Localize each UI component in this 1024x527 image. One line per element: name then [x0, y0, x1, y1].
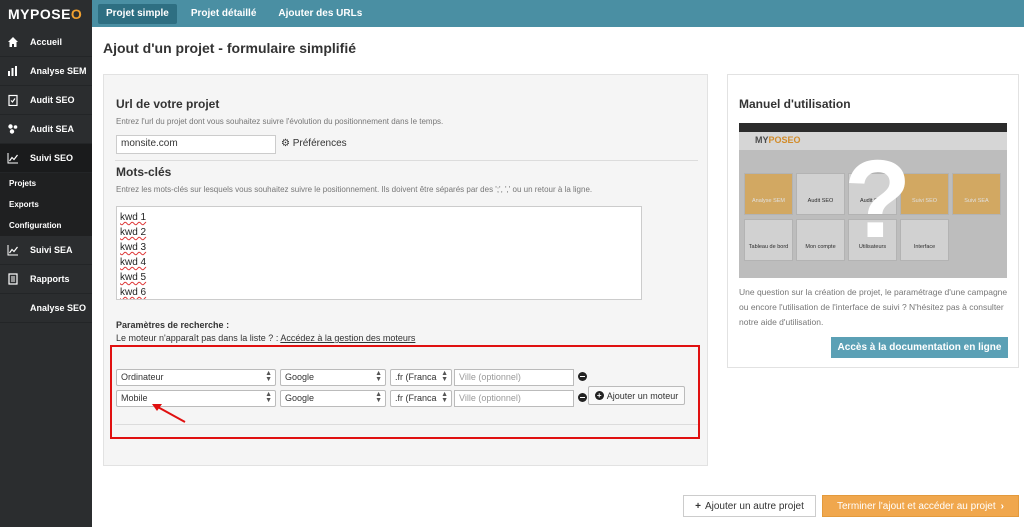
select-arrows-icon: ▲ ▼ — [265, 391, 272, 404]
sidebar-subitem-configuration[interactable]: Configuration — [0, 215, 92, 236]
select-arrows-icon: ▲ ▼ — [441, 370, 448, 383]
sidebar-subitem-projets[interactable]: Projets — [0, 173, 92, 194]
sidebar-item-label: Audit SEO — [30, 95, 75, 105]
keywords-help-text: Entrez les mots-clés sur lesquels vous s… — [116, 185, 593, 194]
preferences-label: Préférences — [292, 138, 347, 149]
line-chart-icon — [6, 243, 20, 257]
sidebar-item-audit-sea[interactable]: Audit SEA — [0, 115, 92, 144]
manual-panel: Manuel d'utilisation MYPOSEO Analyse SEM… — [727, 74, 1019, 368]
sidebar-item-label: Suivi SEO — [30, 153, 74, 163]
divider — [115, 160, 698, 161]
sidebar-item-audit-seo[interactable]: Audit SEO — [0, 86, 92, 115]
select-arrows-icon: ▲ ▼ — [265, 370, 272, 383]
keyword-line: kwd 3 — [120, 242, 147, 253]
logo-part3: O — [70, 6, 83, 22]
add-another-project-button[interactable]: + Ajouter un autre projet — [683, 495, 816, 517]
plus-icon: + — [695, 500, 701, 512]
keyword-line: kwd 5 — [120, 272, 147, 283]
domain-select[interactable]: .fr (Franca ▲ ▼ — [390, 369, 452, 386]
sidebar-item-suivi-sea[interactable]: Suivi SEA — [0, 236, 92, 265]
add-engine-label: Ajouter un moteur — [606, 390, 679, 401]
finish-label: Terminer l'ajout et accéder au projet — [836, 500, 996, 512]
cluster-icon — [6, 122, 20, 136]
engine-management-link[interactable]: Accédez à la gestion des moteurs — [280, 333, 415, 343]
plus-icon: + — [594, 391, 604, 400]
manual-description: Une question sur la création de projet, … — [739, 287, 1008, 327]
sidebar-item-label: Analyse SEO — [30, 303, 87, 313]
params-note-text: Le moteur n'apparaît pas dans la liste ?… — [116, 333, 281, 343]
tab-projet-simple[interactable]: Projet simple — [98, 3, 177, 24]
bar-chart-icon — [6, 64, 20, 78]
add-engine-button[interactable]: + Ajouter un moteur — [588, 386, 685, 405]
manual-title: Manuel d'utilisation — [739, 97, 851, 111]
documentation-button[interactable]: Accès à la documentation en ligne — [831, 337, 1008, 358]
sidebar-item-suivi-seo[interactable]: Suivi SEO — [0, 144, 92, 173]
device-select[interactable]: Ordinateur ▲ ▼ — [116, 369, 276, 386]
sidebar-item-label: Analyse SEM — [30, 66, 87, 76]
keyword-line: kwd 2 — [120, 227, 147, 238]
city-input[interactable]: Ville (optionnel) — [454, 369, 574, 386]
sidebar: MY POSE O Accueil Analyse SEM Audit SEO Au… — [0, 0, 92, 527]
device-select[interactable]: Mobile ▲ ▼ — [116, 390, 276, 407]
logo[interactable]: MY POSE O — [0, 0, 92, 28]
divider — [115, 424, 698, 425]
search-params-note: Le moteur n'apparaît pas dans la liste ?… — [116, 333, 415, 343]
preferences-link[interactable]: ⚙ Préférences — [281, 138, 347, 149]
url-input[interactable]: monsite.com — [116, 135, 276, 154]
logo-part2: POSE — [30, 6, 71, 22]
search-params-label: Paramètres de recherche : — [116, 320, 230, 330]
gear-icon: ⚙ — [281, 138, 290, 149]
clipboard-check-icon — [6, 93, 20, 107]
documentation-thumbnail[interactable]: MYPOSEO Analyse SEM Audit SEO Audit SEA … — [739, 123, 1007, 278]
select-arrows-icon: ▲ ▼ — [441, 391, 448, 404]
select-arrows-icon: ▲ ▼ — [375, 370, 382, 383]
report-icon — [6, 272, 20, 286]
url-help-text: Entrez l'url du projet dont vous souhait… — [116, 117, 444, 126]
page-title: Ajout d'un projet - formulaire simplifié — [103, 40, 357, 56]
home-icon — [6, 35, 20, 49]
engine-select[interactable]: Google ▲ ▼ — [280, 369, 386, 386]
sidebar-item-rapports[interactable]: Rapports — [0, 265, 92, 294]
keyword-line: kwd 6 — [120, 287, 147, 298]
sidebar-item-label: Rapports — [30, 274, 70, 284]
finish-project-button[interactable]: Terminer l'ajout et accéder au projet › — [822, 495, 1019, 517]
domain-select[interactable]: .fr (Franca ▲ ▼ — [390, 390, 452, 407]
project-form-panel: Url de votre projet Entrez l'url du proj… — [103, 74, 708, 466]
select-arrows-icon: ▲ ▼ — [375, 391, 382, 404]
sidebar-item-analyse-seo[interactable]: Analyse SEO — [0, 294, 92, 323]
question-mark-icon: ? — [844, 138, 912, 261]
logo-part1: MY — [8, 6, 30, 22]
url-section-title: Url de votre projet — [116, 97, 220, 111]
sidebar-item-label: Audit SEA — [30, 124, 74, 134]
tab-projet-detaille[interactable]: Projet détaillé — [183, 4, 265, 24]
remove-engine-icon[interactable] — [578, 372, 587, 381]
chevron-right-icon: › — [1000, 500, 1004, 512]
line-chart-icon — [6, 151, 20, 165]
keyword-line: kwd 4 — [120, 257, 147, 268]
tab-ajouter-urls[interactable]: Ajouter des URLs — [270, 4, 370, 24]
top-tab-bar: Projet simple Projet détaillé Ajouter de… — [92, 0, 1024, 27]
sidebar-item-analyse-sem[interactable]: Analyse SEM — [0, 57, 92, 86]
city-input[interactable]: Ville (optionnel) — [454, 390, 574, 407]
remove-engine-icon[interactable] — [578, 393, 587, 402]
sidebar-item-label: Suivi SEA — [30, 245, 73, 255]
keyword-line: kwd 1 — [120, 212, 147, 223]
keywords-textarea[interactable]: kwd 1 kwd 2 kwd 3 kwd 4 kwd 5 kwd 6 — [116, 206, 642, 300]
add-another-label: Ajouter un autre projet — [704, 500, 804, 512]
annotation-arrow-icon — [152, 404, 186, 423]
engine-select[interactable]: Google ▲ ▼ — [280, 390, 386, 407]
sidebar-item-accueil[interactable]: Accueil — [0, 28, 92, 57]
sidebar-subitem-exports[interactable]: Exports — [0, 194, 92, 215]
keywords-section-title: Mots-clés — [116, 165, 172, 179]
sidebar-item-label: Accueil — [30, 37, 63, 47]
